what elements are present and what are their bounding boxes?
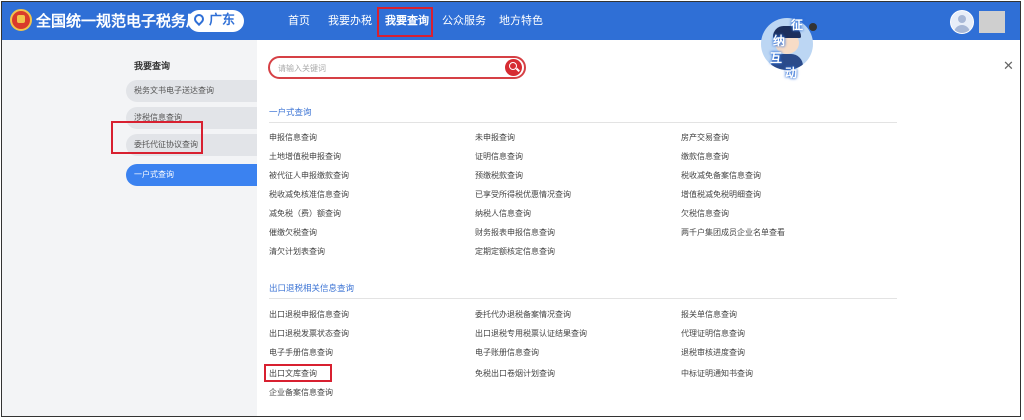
query-link[interactable]: 增值税减免税明细查询 <box>681 189 761 200</box>
query-link[interactable]: 申报信息查询 <box>269 132 317 143</box>
query-link[interactable]: 出口退税专用税票认证结果查询 <box>475 328 587 339</box>
query-link[interactable]: 电子账册信息查询 <box>475 347 539 358</box>
site-title: 全国统一规范电子税务局 <box>36 12 202 30</box>
mascot-char: 征 <box>791 18 804 32</box>
highlight-box-nav-query <box>377 7 433 37</box>
mascot-char: 动 <box>785 66 798 80</box>
query-link[interactable]: 中标证明通知书查询 <box>681 368 753 379</box>
nav-local-features[interactable]: 地方特色 <box>499 12 543 30</box>
close-icon[interactable]: ✕ <box>1003 60 1014 74</box>
nav-home[interactable]: 首页 <box>288 12 310 30</box>
query-link[interactable]: 出口退税申报信息查询 <box>269 309 349 320</box>
tax-emblem-icon <box>10 9 32 31</box>
sidebar: 我要查询 税务文书电子送达查询 涉税信息查询 委托代征协议查询 一户式查询 <box>2 40 257 416</box>
top-nav-bar: 全国统一规范电子税务局 广东 首页 我要办税 我要查询 公众服务 地方特色 <box>2 2 1020 40</box>
section-title-one-stop: 一户式查询 <box>269 108 312 118</box>
highlight-box-sidebar <box>111 121 203 154</box>
query-link[interactable]: 定期定额核定信息查询 <box>475 246 555 257</box>
query-link[interactable]: 电子手册信息查询 <box>269 347 333 358</box>
location-pin-icon <box>191 11 207 27</box>
nav-do-tax[interactable]: 我要办税 <box>328 12 372 30</box>
app-window: 全国统一规范电子税务局 广东 首页 我要办税 我要查询 公众服务 地方特色 我要… <box>1 1 1021 417</box>
search-bar <box>268 56 526 79</box>
query-link[interactable]: 企业备案信息查询 <box>269 387 333 398</box>
query-link[interactable]: 已享受所得税优惠情况查询 <box>475 189 571 200</box>
search-input[interactable] <box>278 61 498 75</box>
query-link[interactable]: 减免税（费）额查询 <box>269 208 341 219</box>
query-link[interactable]: 免税出口卷烟计划查询 <box>475 368 555 379</box>
highlight-box-export-library <box>264 364 332 382</box>
query-link[interactable]: 退税审核进度查询 <box>681 347 745 358</box>
query-link[interactable]: 房产交易查询 <box>681 132 729 143</box>
nav-public-service[interactable]: 公众服务 <box>442 12 486 30</box>
region-selector[interactable]: 广东 <box>188 10 244 32</box>
query-link[interactable]: 税收减免备案信息查询 <box>681 170 761 181</box>
query-link[interactable]: 出口退税发票状态查询 <box>269 328 349 339</box>
query-link[interactable]: 证明信息查询 <box>475 151 523 162</box>
mascot-char: 互 <box>770 51 783 65</box>
query-link[interactable]: 两千户集团成员企业名单查看 <box>681 227 785 238</box>
query-link[interactable]: 被代征人申报缴款查询 <box>269 170 349 181</box>
query-link[interactable]: 催缴欠税查询 <box>269 227 317 238</box>
sidebar-item-one-stop-query[interactable]: 一户式查询 <box>126 164 257 186</box>
search-icon[interactable] <box>505 59 522 76</box>
user-avatar[interactable] <box>950 10 974 34</box>
sidebar-title: 我要查询 <box>134 62 171 72</box>
query-link[interactable]: 欠税信息查询 <box>681 208 729 219</box>
query-link[interactable]: 纳税人信息查询 <box>475 208 531 219</box>
query-link[interactable]: 缴款信息查询 <box>681 151 729 162</box>
query-link[interactable]: 土地增值税申报查询 <box>269 151 341 162</box>
query-link[interactable]: 代理证明信息查询 <box>681 328 745 339</box>
mascot-char: 纳 <box>773 34 786 48</box>
section-divider <box>269 298 897 299</box>
section-title-export-rebate: 出口退税相关信息查询 <box>269 284 355 294</box>
sidebar-item-document-delivery[interactable]: 税务文书电子送达查询 <box>126 80 257 102</box>
query-link[interactable]: 清欠计划表查询 <box>269 246 325 257</box>
query-link[interactable]: 未申报查询 <box>475 132 515 143</box>
mascot-icon[interactable] <box>761 18 813 70</box>
query-link[interactable]: 委托代办退税备案情况查询 <box>475 309 571 320</box>
query-link[interactable]: 报关单信息查询 <box>681 309 737 320</box>
query-link[interactable]: 预缴税款查询 <box>475 170 523 181</box>
query-link[interactable]: 税收减免核准信息查询 <box>269 189 349 200</box>
region-label: 广东 <box>209 13 236 28</box>
user-name-placeholder[interactable] <box>979 11 1005 33</box>
mascot-minimize-icon[interactable] <box>809 23 817 31</box>
query-link[interactable]: 财务报表申报信息查询 <box>475 227 555 238</box>
section-divider <box>269 122 897 123</box>
